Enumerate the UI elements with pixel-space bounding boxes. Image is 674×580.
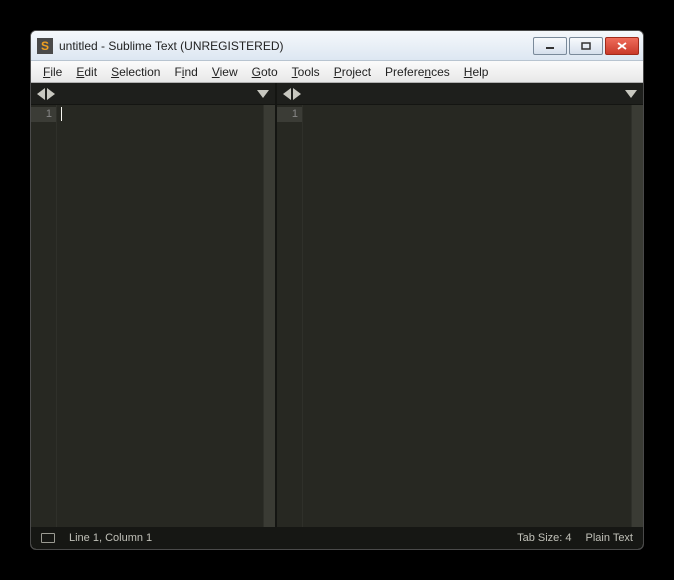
menubar: File Edit Selection Find View Goto Tools… (31, 61, 643, 83)
menu-help[interactable]: Help (458, 63, 495, 81)
close-button[interactable] (605, 37, 639, 55)
panel-switcher-icon[interactable] (41, 533, 55, 543)
window-title: untitled - Sublime Text (UNREGISTERED) (59, 39, 533, 53)
tab-prev-icon[interactable] (37, 88, 45, 100)
window-controls (533, 37, 639, 55)
menu-tools[interactable]: Tools (286, 63, 326, 81)
app-icon: S (37, 38, 53, 54)
menu-goto[interactable]: Goto (246, 63, 284, 81)
tabbar-left (31, 83, 275, 105)
tab-menu-icon[interactable] (625, 90, 637, 98)
pane-right: 1 (277, 83, 643, 527)
gutter-left: 1 (31, 105, 57, 527)
line-number: 1 (277, 107, 302, 122)
caret (61, 107, 62, 121)
status-position[interactable]: Line 1, Column 1 (69, 532, 152, 544)
menu-project[interactable]: Project (328, 63, 377, 81)
minimize-icon (545, 42, 555, 50)
maximize-icon (581, 42, 591, 50)
gutter-right: 1 (277, 105, 303, 527)
menu-preferences[interactable]: Preferences (379, 63, 456, 81)
text-editor-left[interactable] (57, 105, 263, 527)
maximize-button[interactable] (569, 37, 603, 55)
statusbar: Line 1, Column 1 Tab Size: 4 Plain Text (31, 527, 643, 549)
menu-find[interactable]: Find (168, 63, 203, 81)
menu-view[interactable]: View (206, 63, 244, 81)
line-number: 1 (31, 107, 56, 122)
menu-file[interactable]: File (37, 63, 68, 81)
status-syntax[interactable]: Plain Text (586, 532, 634, 544)
editor-area: 1 1 (31, 83, 643, 527)
menu-edit[interactable]: Edit (70, 63, 103, 81)
scrollbar-left[interactable] (263, 105, 275, 527)
scrollbar-right[interactable] (631, 105, 643, 527)
menu-selection[interactable]: Selection (105, 63, 166, 81)
tab-menu-icon[interactable] (257, 90, 269, 98)
minimize-button[interactable] (533, 37, 567, 55)
tab-prev-icon[interactable] (283, 88, 291, 100)
text-editor-right[interactable] (303, 105, 631, 527)
tab-next-icon[interactable] (47, 88, 55, 100)
titlebar[interactable]: S untitled - Sublime Text (UNREGISTERED) (31, 31, 643, 61)
tabbar-right (277, 83, 643, 105)
tab-next-icon[interactable] (293, 88, 301, 100)
close-icon (617, 42, 627, 50)
pane-left: 1 (31, 83, 277, 527)
app-window: S untitled - Sublime Text (UNREGISTERED)… (30, 30, 644, 550)
status-tab-size[interactable]: Tab Size: 4 (517, 532, 571, 544)
